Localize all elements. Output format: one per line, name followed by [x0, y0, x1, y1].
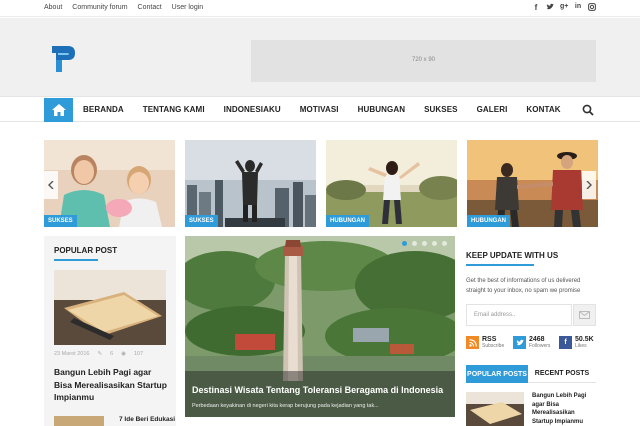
sidebar: KEEP UPDATE WITH US Get the best of info…: [466, 236, 596, 426]
instagram-icon[interactable]: [588, 3, 596, 13]
subscribe-button[interactable]: [573, 304, 596, 326]
site-header: 720 x 90: [0, 18, 640, 96]
top-bar: About Community forum Contact User login…: [0, 0, 640, 17]
carousel-dot[interactable]: [422, 241, 427, 246]
carousel-dot[interactable]: [412, 241, 417, 246]
carousel-dot[interactable]: [402, 241, 407, 246]
top-links: About Community forum Contact User login: [44, 4, 203, 11]
facebook-stat[interactable]: f 50.5K Likes: [559, 336, 594, 349]
nav-item-hubungan[interactable]: HUBUNGAN: [358, 105, 405, 114]
rss-stat[interactable]: RSS Subscribe: [466, 336, 504, 349]
social-links: f g+ in: [532, 3, 596, 13]
post-meta: 23 Maret 2016 ✎ 6 ◉ 107: [54, 351, 143, 357]
chevron-left-icon: [48, 181, 54, 189]
twitter-icon[interactable]: [546, 3, 554, 13]
recent-post-thumbnail[interactable]: [466, 392, 524, 426]
carousel-dots: [402, 241, 447, 246]
ad-size-label: 720 x 90: [411, 57, 436, 63]
nav-item-beranda[interactable]: BERANDA: [83, 105, 124, 114]
heading-underline: [466, 264, 534, 266]
recent-post-title[interactable]: Bangun Lebih Pagi agar Bisa Merealisasik…: [532, 392, 596, 426]
featured-post-title[interactable]: Destinasi Wisata Tentang Toleransi Berag…: [192, 385, 443, 395]
category-tag[interactable]: SUKSES: [185, 215, 218, 227]
home-icon: [51, 104, 66, 116]
stat-label: Likes: [575, 343, 587, 349]
featured-post[interactable]: Destinasi Wisata Tentang Toleransi Berag…: [185, 236, 455, 417]
twitter-stat[interactable]: 2468 Followers: [513, 336, 550, 349]
slide-card[interactable]: SUKSES: [44, 140, 175, 227]
post-views: 107: [133, 351, 144, 357]
top-link-about[interactable]: About: [44, 4, 62, 11]
comment-icon: ✎: [97, 351, 103, 357]
stat-label: Subscribe: [482, 343, 505, 349]
nav-item-tentang-kami[interactable]: TENTANG KAMI: [143, 105, 205, 114]
search-icon[interactable]: [582, 103, 594, 116]
category-tag[interactable]: HUBUNGAN: [467, 215, 510, 227]
popular-post-heading: POPULAR POST: [54, 246, 118, 255]
top-link-community-forum[interactable]: Community forum: [72, 4, 127, 11]
popular-post-widget: POPULAR POST 23 Maret 2016 ✎ 6 ◉ 107 Ban…: [44, 236, 176, 426]
eye-icon: ◉: [121, 351, 126, 357]
stat-value: 2468: [529, 336, 545, 343]
carousel-dot[interactable]: [432, 241, 437, 246]
slide-card[interactable]: HUBUNGAN: [326, 140, 457, 227]
facebook-icon[interactable]: f: [532, 3, 540, 13]
category-tag[interactable]: SUKSES: [44, 215, 77, 227]
slide-card[interactable]: SUKSES: [185, 140, 316, 227]
category-tag[interactable]: HUBUNGAN: [326, 215, 369, 227]
twitter-icon: [513, 336, 526, 349]
nav-item-kontak[interactable]: KONTAK: [526, 105, 560, 114]
nav-item-sukses[interactable]: SUKSES: [424, 105, 458, 114]
tab-popular-posts[interactable]: POPULAR POSTS: [466, 365, 528, 383]
linkedin-icon[interactable]: in: [574, 3, 582, 13]
newsletter-text: Get the best of informations of us deliv…: [466, 278, 581, 294]
envelope-icon: [579, 311, 590, 319]
home-button[interactable]: [44, 98, 73, 122]
slider-prev-button[interactable]: [44, 171, 58, 199]
chevron-right-icon: [586, 181, 592, 189]
ad-banner[interactable]: 720 x 90: [251, 40, 596, 82]
post-date: 23 Maret 2016: [54, 351, 90, 357]
popular-post-title-2[interactable]: 7 Ide Beri Edukasi: [119, 416, 175, 423]
keep-update-heading: KEEP UPDATE WITH US: [466, 251, 559, 260]
post-tabs: POPULAR POSTS RECENT POSTS: [466, 365, 596, 383]
popular-post-image[interactable]: [54, 270, 166, 345]
carousel-dot[interactable]: [442, 241, 447, 246]
slide-card[interactable]: HUBUNGAN: [467, 140, 598, 227]
nav-item-galeri[interactable]: GALERI: [477, 105, 508, 114]
featured-post-snippet: Perbedaan keyakinan di negeri kita kerap…: [192, 403, 379, 409]
stat-value: 50.5K: [575, 336, 594, 343]
site-logo[interactable]: [52, 44, 76, 74]
popular-post-thumbnail[interactable]: [54, 416, 104, 426]
tab-recent-posts[interactable]: RECENT POSTS: [528, 365, 596, 383]
google-plus-icon[interactable]: g+: [560, 3, 568, 13]
slider-next-button[interactable]: [582, 171, 596, 199]
email-input[interactable]: Email address..: [466, 304, 572, 326]
nav-item-indonesiaku[interactable]: INDONESIAKU: [224, 105, 281, 114]
facebook-icon: f: [559, 336, 572, 349]
nav-item-motivasi[interactable]: MOTIVASI: [300, 105, 339, 114]
popular-post-title[interactable]: Bangun Lebih Pagi agar Bisa Merealisasik…: [54, 366, 169, 404]
stat-value: RSS: [482, 336, 497, 343]
post-comments: 6: [110, 351, 114, 357]
main-nav: BERANDA TENTANG KAMI INDONESIAKU MOTIVAS…: [0, 96, 640, 122]
rss-icon: [466, 336, 479, 349]
top-link-contact[interactable]: Contact: [138, 4, 162, 11]
heading-underline: [54, 259, 98, 261]
top-link-user-login[interactable]: User login: [172, 4, 204, 11]
stat-label: Followers: [529, 343, 551, 349]
nav-items: BERANDA TENTANG KAMI INDONESIAKU MOTIVAS…: [83, 105, 580, 114]
